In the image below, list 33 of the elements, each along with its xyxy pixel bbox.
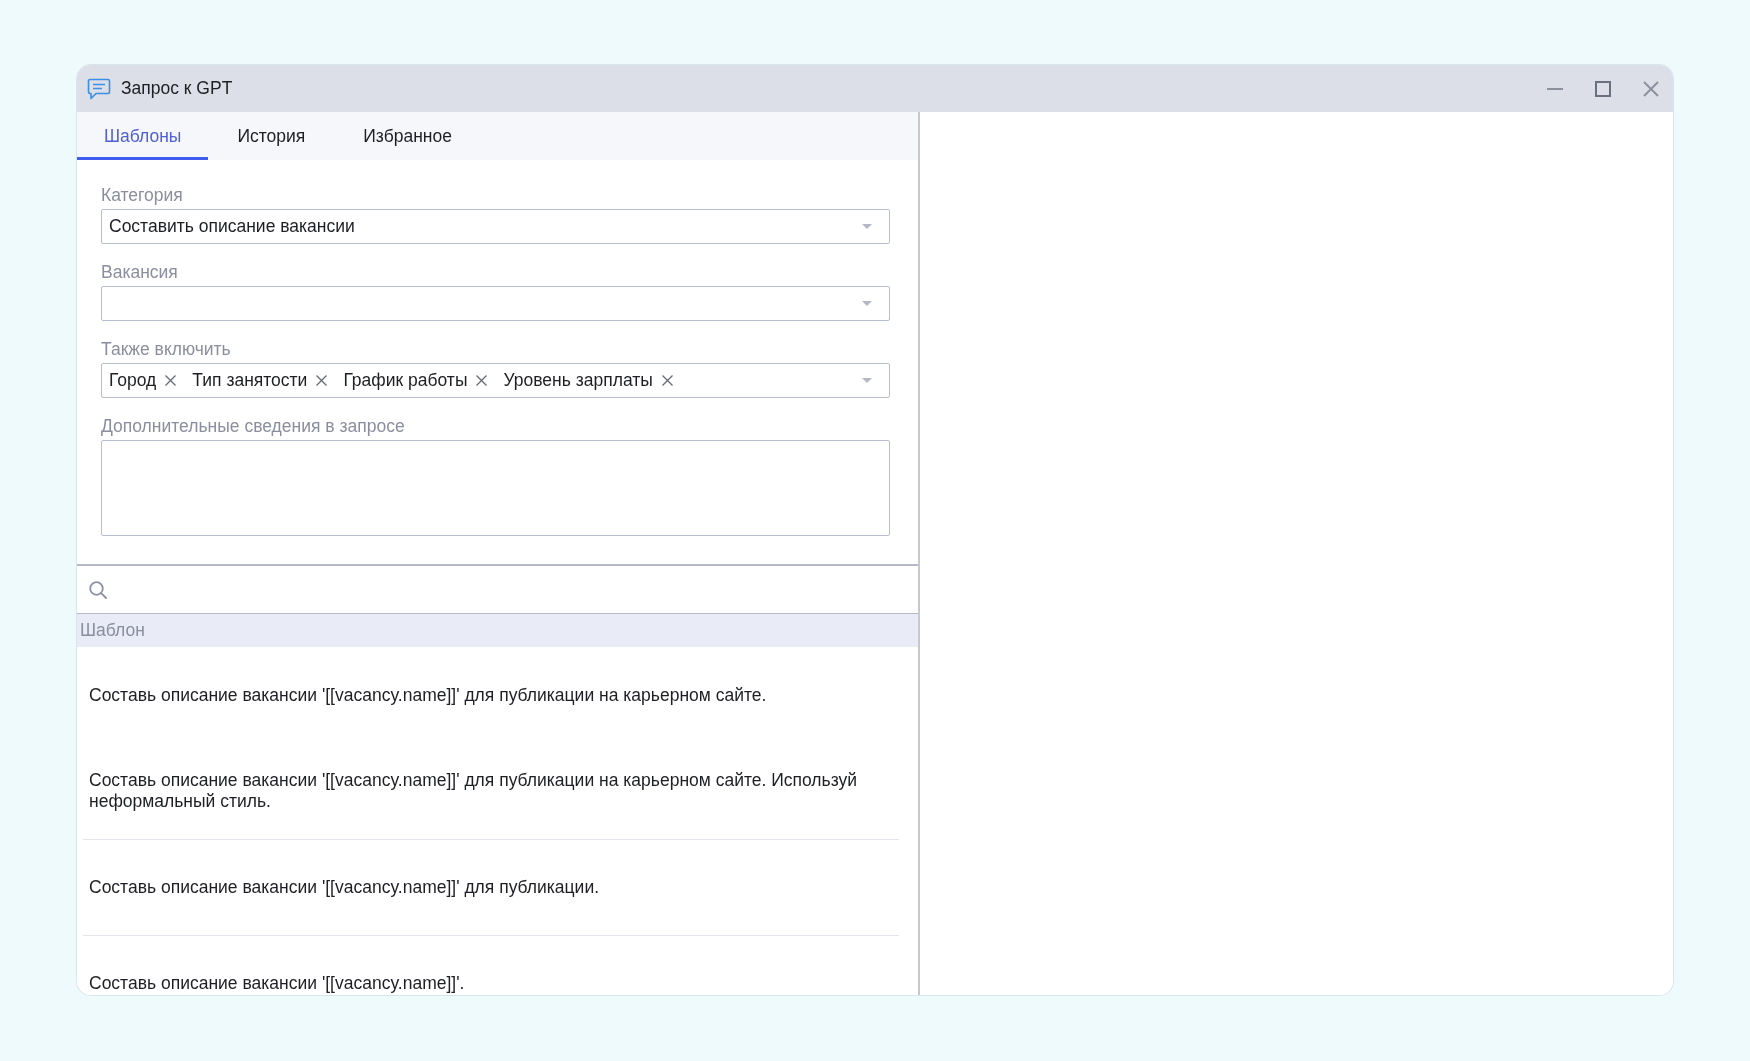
remove-icon[interactable] (165, 375, 177, 386)
template-text[interactable]: Составь описание вакансии '[[vacancy.name]]' для публикации на карьерном сайте. Используй неформальный стиль. (89, 770, 899, 812)
template-text[interactable]: Составь описание вакансии '[[vacancy.name]]' для публикации на карьерном сайте. (89, 684, 767, 706)
chat-bubble-icon (87, 76, 111, 101)
remove-icon[interactable] (476, 375, 488, 386)
tab[interactable]: Избранное (334, 112, 481, 160)
remove-icon[interactable] (661, 375, 673, 386)
dropdown-field[interactable]: Составить описание вакансии (101, 209, 890, 244)
tab[interactable]: История (208, 112, 335, 160)
caret-icon (862, 378, 872, 383)
tag-label: Тип занятости (192, 370, 308, 391)
remove-icon[interactable] (316, 375, 328, 386)
field-label: Категория (101, 184, 184, 206)
tag-label: Город (109, 370, 157, 391)
field-label: Дополнительные сведения в запросе (101, 415, 406, 437)
tag-label: Уровень зарплаты (503, 370, 653, 391)
tags-field[interactable]: Город Тип занятости График работы Уровень зарплаты (101, 363, 890, 398)
close-icon[interactable] (1643, 80, 1659, 97)
details-field[interactable] (101, 440, 890, 536)
window-title: Запрос к GPT (121, 78, 233, 99)
minimize-icon[interactable] (1547, 87, 1563, 90)
tag-label: График работы (343, 370, 468, 391)
template-text[interactable]: Составь описание вакансии '[[vacancy.name]]' для публикации. (89, 877, 600, 898)
field-label: Вакансия (101, 261, 179, 283)
dropdown-field[interactable] (101, 286, 890, 321)
caret-icon (862, 301, 872, 306)
maximize-icon[interactable] (1595, 80, 1611, 97)
template-text[interactable]: Составь описание вакансии '[[vacancy.name]]'. (89, 973, 465, 994)
search-icon (89, 580, 107, 599)
caret-icon (862, 224, 872, 229)
field-label: Также включить (101, 338, 232, 360)
column-header: Шаблон (77, 614, 918, 647)
tab[interactable]: Шаблоны (77, 112, 209, 160)
